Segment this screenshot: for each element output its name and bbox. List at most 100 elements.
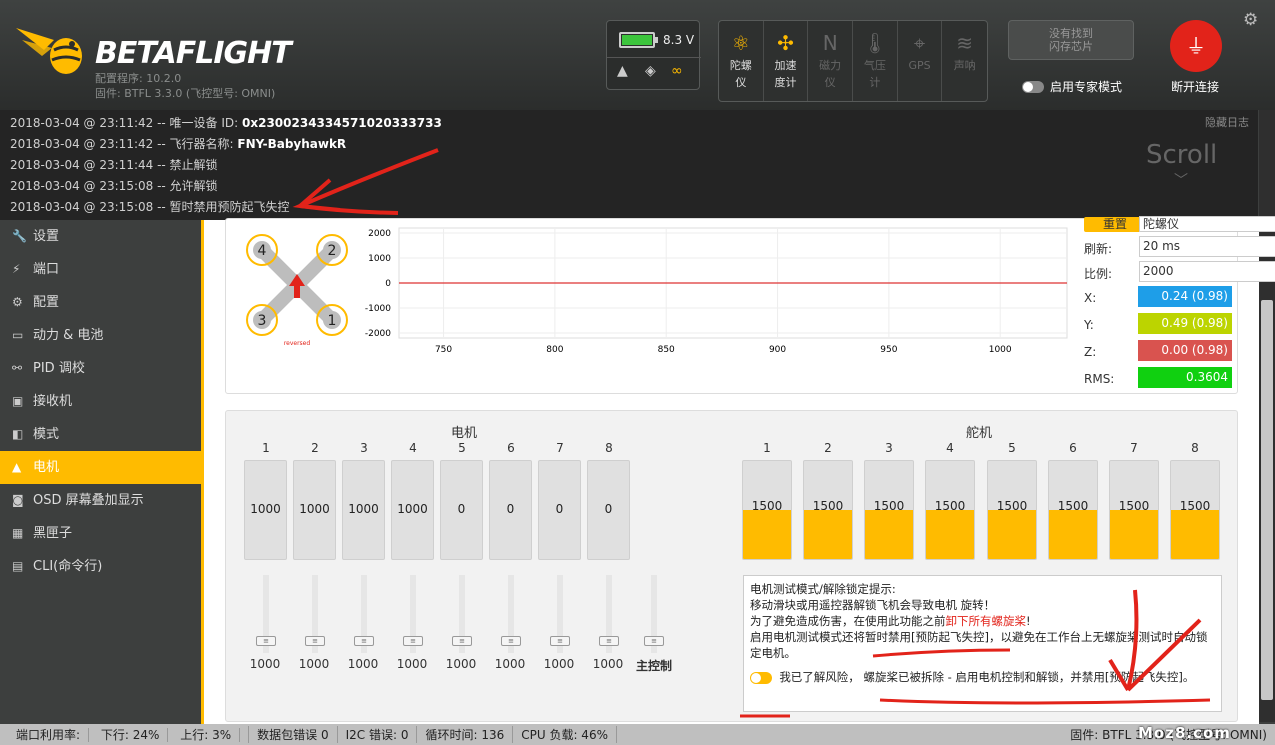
sidebar-item-config[interactable]: ⚙ 配置 [0,286,201,319]
master-label: 主控制 [635,659,672,673]
y-tick-label: 0 [385,279,391,289]
motor-enable-switch[interactable] [750,671,772,684]
sidebar-item-power[interactable]: ▭ 动力 & 电池 [0,319,201,352]
quad-motor-1-label: 1 [328,313,337,329]
notice-line: 启用电机测试模式还将暂时禁用[预防起飞失控]，以避免在工作台上无螺旋桨测试时自动… [750,630,1208,660]
flash-chip-line1: 没有找到 [1049,27,1093,40]
sidebar-item-motors[interactable]: ▲ 电机 [0,451,201,484]
disconnect-label: 断开连接 [1170,80,1219,94]
app-logo-text: BETAFLIGHT [95,36,292,71]
packet-errors: 数据包错误 0 [249,726,338,743]
servo-value: 1500 [996,499,1028,513]
servo-gauge: 1500 [1109,460,1159,560]
sensor-select[interactable]: 陀螺仪▼ [1139,216,1275,232]
blackbox-icon: ▦ [12,526,24,540]
accel-icon: ✣ [777,31,794,55]
top-header: BETAFLIGHT 配置程序: 10.2.0 固件: BTFL 3.3.0 (… [0,0,1275,110]
refresh-select[interactable]: 20 ms▼ [1139,236,1275,257]
wrench-icon: 🔧 [12,229,27,243]
i2c-errors: I2C 错误: 0 [338,726,418,743]
motor-slider-handle[interactable]: ≡ [550,636,570,646]
sensor-mag-label: 磁力 仪 [819,59,842,89]
refresh-label: 刷新: [1084,242,1113,256]
servo-gauge: 1500 [742,460,792,560]
page-scrollbar-thumb[interactable] [1261,300,1273,700]
sidebar-item-blackbox[interactable]: ▦ 黑匣子 [0,517,201,550]
motor-slider-handle[interactable]: ≡ [403,636,423,646]
sidebar-item-label: OSD 屏幕叠加显示 [33,493,144,508]
motor-slider-handle[interactable]: ≡ [599,636,619,646]
sidebar-item-setup[interactable]: 🔧 设置 [0,220,201,253]
x-value: 0.24 (0.98) [1138,286,1232,307]
motor-slider-value: 1000 [543,657,575,671]
sensor-accel: ✣ 加速 度计 [764,21,809,101]
sensor-sonar-label: 声呐 [953,59,976,72]
sidebar-item-receiver[interactable]: ▣ 接收机 [0,385,201,418]
sensor-baro-label: 气压 计 [863,59,886,89]
disconnect-button[interactable]: ⏚ [1170,20,1222,72]
servo-number: 8 [1191,441,1199,455]
toggle-icon: ◧ [12,427,24,441]
battery-fill [622,35,652,45]
motor-slider-handle[interactable]: ≡ [256,636,276,646]
sidebar-item-cli[interactable]: ▤ CLI(命令行) [0,550,201,583]
servo-value: 1500 [812,499,844,513]
settings-gear-icon[interactable]: ⚙ [1243,10,1258,30]
sidebar: 🔧 设置 ⚡ 端口 ⚙ 配置 ▭ 动力 & 电池 ⚯ PID 调校 ▣ 接收机 ◧ 模式 ▲ 电… [0,220,201,724]
sidebar-item-modes[interactable]: ◧ 模式 [0,418,201,451]
plug-icon: ⚡ [12,262,21,276]
sidebar-item-label: 电机 [33,460,60,475]
scroll-label: Scroll [1146,140,1218,170]
motor-slider-handle[interactable]: ≡ [501,636,521,646]
servo-fill [1049,510,1097,559]
battery-panel: 8.3 V ▲ ◈ ∞ [606,20,701,90]
hide-log-link[interactable]: 隐藏日志 [1205,114,1249,130]
motor-slider-handle[interactable]: ≡ [305,636,325,646]
sidebar-item-label: 接收机 [33,394,73,409]
motor-gauge: 0 [538,460,581,560]
scale-label: 比例: [1084,267,1113,281]
sidebar-item-ports[interactable]: ⚡ 端口 [0,253,201,286]
sidebar-item-label: PID 调校 [33,361,85,376]
sidebar-item-osd[interactable]: ◙ OSD 屏幕叠加显示 [0,484,201,517]
port-utilization: 端口利用率: 下行: 24% 上行: 3% [0,726,250,743]
x-tick-label: 750 [435,345,452,355]
battery-icon [619,32,658,48]
main-content: 4 2 3 1 reversed 2000 1000 0 -1000 -2000 750… [201,216,1275,724]
quad-motor-4-label: 4 [258,243,267,259]
sensor-gyro: ⚛ 陀螺 仪 [719,21,764,101]
y-tick-label: 1000 [368,254,391,264]
bee-logo-icon [16,28,82,74]
y-tick-label: -2000 [365,329,391,339]
gear-icon: ⚙ [12,295,23,309]
motor-number: 6 [507,441,515,455]
expert-mode-switch[interactable] [1022,80,1044,93]
motor-number: 7 [556,441,564,455]
scale-select[interactable]: 2000▼ [1139,261,1275,282]
log-panel: 2018-03-04 @ 23:11:42 -- 唯一设备 ID: 0x2300… [0,110,1258,220]
x-tick-label: 900 [769,345,786,355]
motor-slider-handle[interactable]: ≡ [354,636,374,646]
motor-slider-handle[interactable]: ≡ [452,636,472,646]
reset-button[interactable]: 重置 [1084,217,1146,232]
sidebar-item-pid[interactable]: ⚯ PID 调校 [0,352,201,385]
master-slider-handle[interactable]: ≡ [644,636,664,646]
motor-slider-value: 1000 [347,657,379,671]
expert-mode-toggle[interactable]: 启用专家模式 [1022,78,1122,95]
motors-title: 电机 [451,426,478,441]
servo-fill [926,510,974,559]
y-tick-label: -1000 [365,304,391,314]
sidebar-item-label: 黑匣子 [33,526,73,541]
servo-gauge: 1500 [864,460,914,560]
z-value: 0.00 (0.98) [1138,340,1232,361]
quad-motor-2-label: 2 [328,243,337,259]
gps-icon: ⌖ [913,31,926,55]
gyro-chart: 2000 1000 0 -1000 -2000 750 800 850 900 950 1000 [365,227,1068,355]
z-label: Z: [1084,345,1097,359]
notice-line: 移动滑块或用遥控器解锁飞机会导致电机 旋转！ [750,598,996,612]
config-version: 配置程序: 10.2.0 [95,72,182,85]
expert-mode-label: 启用专家模式 [1050,80,1123,94]
x-label: X: [1084,291,1097,305]
servo-fill [1110,510,1158,559]
x-tick-label: 850 [658,345,675,355]
